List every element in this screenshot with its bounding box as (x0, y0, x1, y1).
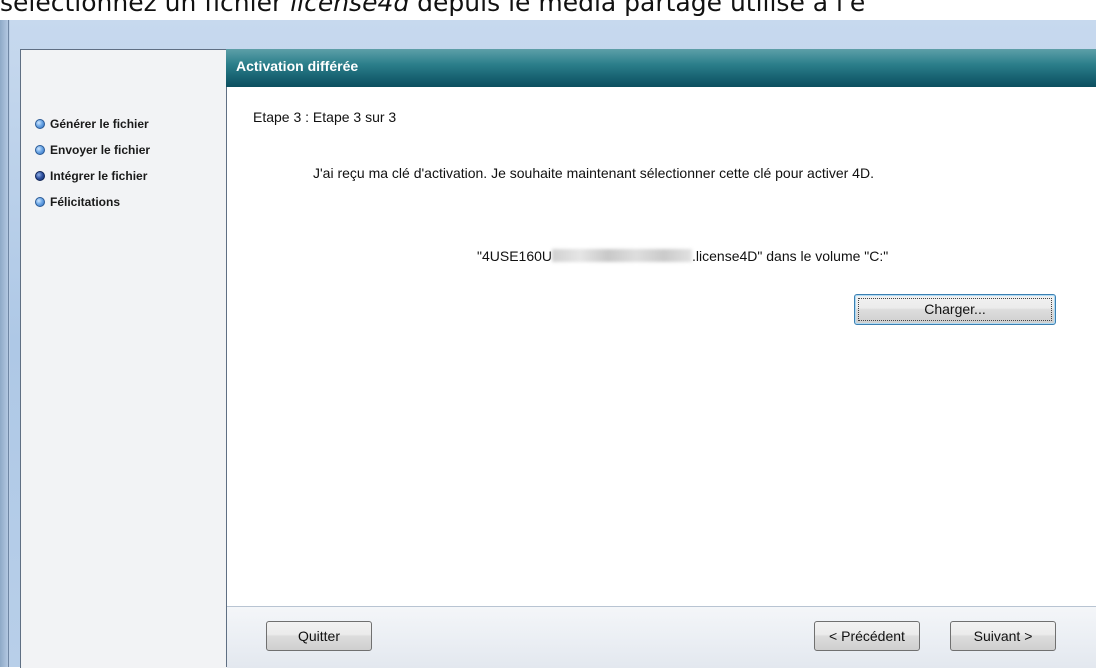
license-file-prefix: "4USE160U (477, 248, 553, 264)
content-panel (226, 49, 1096, 667)
panel-title-bar: Activation différée (226, 49, 1096, 87)
window-border (8, 20, 9, 667)
step-item-integrate: Intégrer le fichier (35, 163, 150, 189)
license-file-text: "4USE160U .license4D" dans le volume "C:" (477, 248, 888, 264)
step-label: Envoyer le fichier (50, 143, 151, 157)
focus-ring (858, 298, 1052, 321)
step-bullet-icon (35, 197, 45, 207)
step-item-congratulations: Félicitations (35, 189, 150, 215)
page-caption: sélectionnez un fichier license4d depuis… (0, 0, 866, 17)
step-label: Générer le fichier (50, 117, 149, 131)
panel-title: Activation différée (236, 58, 359, 74)
step-bullet-icon (35, 119, 45, 129)
step-item-generate: Générer le fichier (35, 111, 150, 137)
license-file-suffix: .license4D" dans le volume "C:" (692, 248, 889, 264)
previous-button[interactable]: < Précédent (814, 621, 920, 651)
instruction-text: J'ai reçu ma clé d'activation. Je souhai… (313, 165, 874, 181)
load-button[interactable]: Charger... (854, 294, 1056, 325)
step-label: Félicitations (50, 195, 121, 209)
step-label: Intégrer le fichier (50, 169, 148, 183)
step-item-send: Envoyer le fichier (35, 137, 150, 163)
quit-button[interactable]: Quitter (266, 621, 372, 651)
redacted-serial (552, 249, 693, 262)
steps-list: Générer le fichier Envoyer le fichier In… (35, 111, 150, 215)
next-button[interactable]: Suivant > (950, 621, 1056, 651)
step-indicator: Etape 3 : Etape 3 sur 3 (253, 109, 397, 125)
step-bullet-active-icon (35, 171, 45, 181)
step-bullet-icon (35, 145, 45, 155)
